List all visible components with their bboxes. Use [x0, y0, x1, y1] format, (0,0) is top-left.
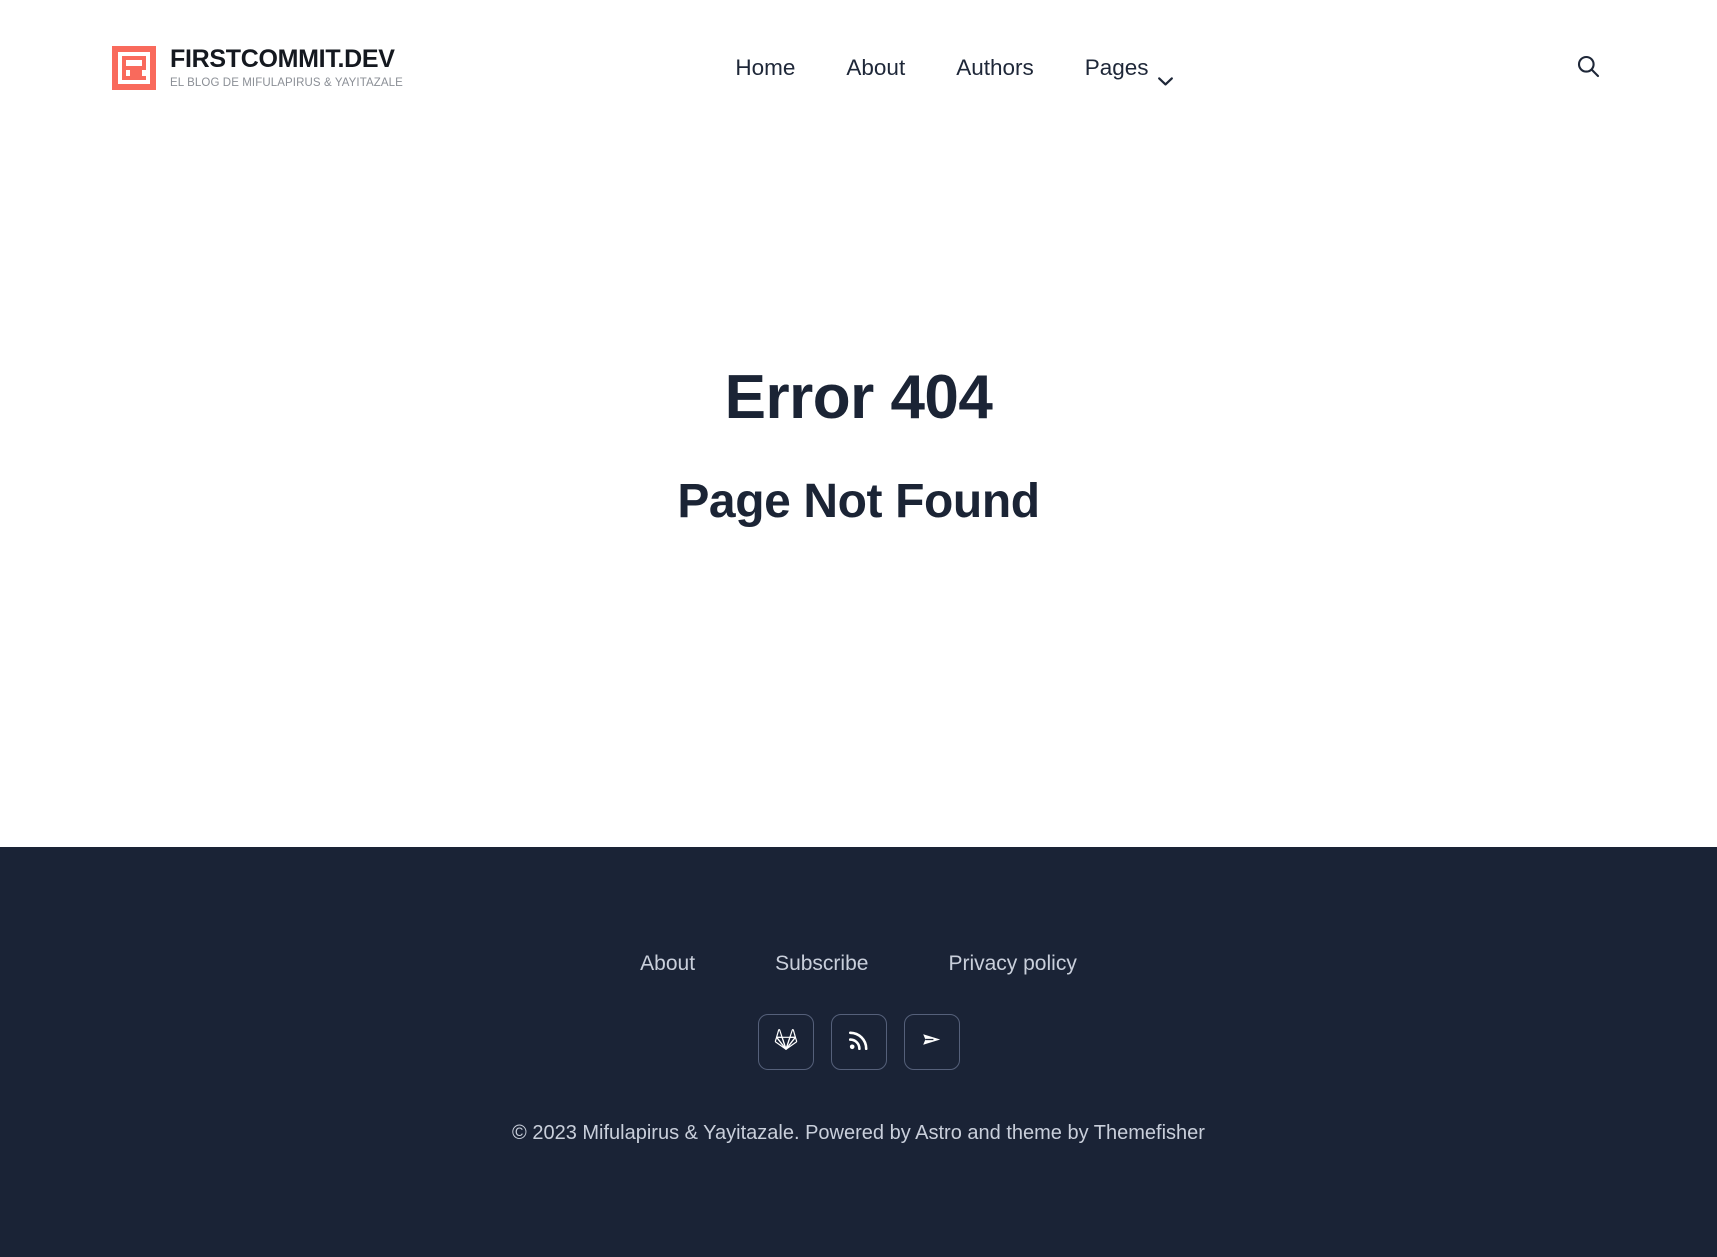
footer-link-about[interactable]: About — [640, 952, 695, 976]
search-icon — [1576, 54, 1601, 82]
telegram-icon — [920, 1028, 943, 1056]
site-header: FIRSTCOMMIT.DEV EL BLOG DE MIFULAPIRUS &… — [0, 0, 1717, 136]
firstcommit-logo-icon — [112, 46, 156, 90]
gitlab-icon — [774, 1028, 798, 1056]
site-logo-link[interactable]: FIRSTCOMMIT.DEV EL BLOG DE MIFULAPIRUS &… — [112, 46, 403, 90]
chevron-down-icon — [1157, 66, 1173, 85]
footer-copyright: © 2023 Mifulapirus & Yayitazale. Powered… — [512, 1122, 1205, 1144]
error-code-heading: Error 404 — [724, 363, 993, 432]
social-link-gitlab[interactable] — [757, 1014, 814, 1070]
nav-item-about-label: About — [846, 55, 906, 80]
nav-item-home-label: Home — [735, 55, 796, 80]
footer-link-subscribe[interactable]: Subscribe — [775, 952, 868, 976]
social-link-telegram[interactable] — [903, 1014, 960, 1070]
error-message-heading: Page Not Found — [677, 475, 1040, 528]
social-links — [757, 1014, 960, 1070]
nav-item-about[interactable]: About — [846, 55, 905, 81]
search-button[interactable] — [1572, 50, 1605, 86]
social-link-rss[interactable] — [830, 1014, 887, 1070]
nav-item-pages[interactable]: Pages — [1084, 55, 1173, 85]
footer-link-privacy-policy[interactable]: Privacy policy — [948, 952, 1076, 976]
main-content: Error 404 Page Not Found — [0, 136, 1717, 847]
main-navigation: Home About Authors Pages — [363, 55, 1545, 85]
header-actions — [1545, 50, 1605, 86]
nav-item-authors-label: Authors — [956, 55, 1034, 80]
site-footer: About Subscribe Privacy policy © 2023 Mi… — [0, 847, 1717, 1257]
nav-item-home[interactable]: Home — [735, 55, 795, 81]
nav-item-authors[interactable]: Authors — [956, 55, 1034, 81]
footer-navigation: About Subscribe Privacy policy — [640, 952, 1077, 976]
page-root: FIRSTCOMMIT.DEV EL BLOG DE MIFULAPIRUS &… — [0, 0, 1717, 1257]
rss-icon — [848, 1029, 870, 1056]
nav-item-pages-label: Pages — [1084, 55, 1149, 80]
